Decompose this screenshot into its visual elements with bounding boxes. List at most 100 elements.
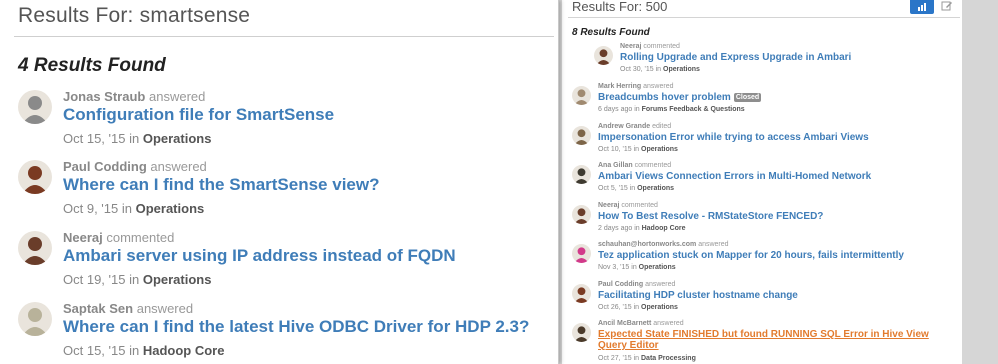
action-text: answered [643,83,674,90]
space-link[interactable]: Operations [641,146,678,153]
author-name[interactable]: Ana Gillan [598,162,633,169]
result-meta: Saptak Sen answered [63,301,193,316]
space-link[interactable]: Hadoop Core [642,225,686,232]
space-link[interactable]: Hadoop Core [143,343,225,358]
space-link[interactable]: Operations [641,304,678,311]
space-link[interactable]: Operations [637,185,674,192]
date-text: Oct 27, '15 [598,355,632,362]
result-date: 2 days ago in Hadoop Core [598,225,686,232]
action-text: commented [621,202,658,209]
date-text: Oct 5, '15 [598,185,628,192]
date-text: Oct 19, '15 [63,272,126,287]
author-name[interactable]: Saptak Sen [63,301,133,316]
action-text: answered [150,159,207,174]
author-name[interactable]: schauhan@hortonworks.com [598,241,696,248]
space-link[interactable]: Operations [143,131,212,146]
result-meta: Neeraj commented [63,230,174,245]
action-text: edited [652,123,672,130]
result-title[interactable]: Breadcumbs hover problem [598,92,731,103]
result-item: Paul Codding answered Where can I find th… [18,159,558,229]
author-name[interactable]: Neeraj [63,230,103,245]
result-date: Oct 15, '15 in Operations [63,131,211,146]
edit-icon [941,1,952,11]
space-link[interactable]: Operations [639,264,676,271]
author-name[interactable]: Neeraj [598,202,619,209]
author-name[interactable]: Paul Codding [63,159,147,174]
avatar[interactable] [594,46,613,65]
in-text: in [634,225,640,232]
avatar[interactable] [572,205,591,224]
author-name[interactable]: Jonas Straub [63,89,145,104]
author-name[interactable]: Ancil McBarnett [598,320,651,327]
result-meta: Ancil McBarnett answered [598,320,684,327]
space-link[interactable]: Data Processing [641,355,696,362]
result-item: schauhan@hortonworks.com answered Tez app… [572,241,962,282]
action-text: commented [643,43,680,50]
avatar[interactable] [572,284,591,303]
in-text: in [633,304,640,311]
avatar[interactable] [572,165,591,184]
result-title[interactable]: How To Best Resolve - RMStateStore FENCE… [598,211,823,222]
date-text: Oct 30, '15 [620,66,654,73]
result-link[interactable]: Where can I find the latest Hive ODBC Dr… [63,317,529,337]
action-text: answered [645,281,676,288]
result-link[interactable]: Facilitating HDP cluster hostname change [598,290,798,301]
in-text: in [633,146,640,153]
result-link[interactable]: Expected State FINISHED but found RUNNIN… [598,329,958,351]
chart-button[interactable] [910,0,934,14]
result-link[interactable]: Tez application stuck on Mapper for 20 h… [598,250,904,261]
result-link[interactable]: Where can I find the SmartSense view? [63,175,379,195]
result-meta: Mark Herring answered [598,83,674,90]
result-title[interactable]: Ambari Views Connection Errors in Multi-… [598,171,871,182]
result-link[interactable]: Impersonation Error while trying to acce… [598,132,869,143]
author-name[interactable]: Andrew Grande [598,123,650,130]
result-link[interactable]: Rolling Upgrade and Express Upgrade in A… [620,52,851,63]
action-text: answered [148,89,206,104]
result-link[interactable]: How To Best Resolve - RMStateStore FENCE… [598,211,823,222]
avatar[interactable] [572,86,591,105]
results-title: Results For: 500 [572,0,668,14]
result-date: 6 days ago in Forums Feedback & Question… [598,106,745,113]
result-link[interactable]: Breadcumbs hover problem Closed [598,92,762,103]
avatar[interactable] [572,323,591,342]
avatar[interactable] [572,244,591,263]
space-link[interactable]: Forums Feedback & Questions [642,106,745,113]
author-name[interactable]: Mark Herring [598,83,641,90]
result-date: Oct 10, '15 in Operations [598,146,678,153]
date-text: 2 days ago [598,225,633,232]
result-link[interactable]: Ambari Views Connection Errors in Multi-… [598,171,871,182]
edit-button[interactable] [940,0,954,13]
action-text: commented [634,162,672,169]
bar-chart-icon [918,3,926,11]
result-date: Oct 15, '15 in Hadoop Core [63,343,224,358]
result-title[interactable]: Tez application stuck on Mapper for 20 h… [598,250,904,261]
author-name[interactable]: Paul Codding [598,281,643,288]
date-text: Oct 15, '15 [63,343,126,358]
space-link[interactable]: Operations [136,201,205,216]
result-title[interactable]: Impersonation Error while trying to acce… [598,132,869,143]
result-date: Oct 27, '15 in Data Processing [598,355,696,362]
result-link[interactable]: Configuration file for SmartSense [63,105,334,125]
result-meta: Paul Codding answered [598,281,675,288]
in-text: in [629,185,636,192]
avatar[interactable] [18,90,52,124]
space-link[interactable]: Operations [663,66,700,73]
result-item: Jonas Straub answered Configuration file … [18,89,558,159]
result-title[interactable]: Rolling Upgrade and Express Upgrade in A… [620,52,851,63]
in-text: in [121,201,132,216]
result-title[interactable]: Facilitating HDP cluster hostname change [598,290,798,301]
result-title[interactable]: Expected State FINISHED but found RUNNIN… [598,329,929,351]
author-name[interactable]: Neeraj [620,43,641,50]
avatar[interactable] [18,231,52,265]
in-text: in [129,343,140,358]
space-link[interactable]: Operations [143,272,212,287]
result-meta: schauhan@hortonworks.com answered [598,241,729,248]
date-text: Oct 9, '15 [63,201,119,216]
result-link[interactable]: Ambari server using IP address instead o… [63,246,456,266]
avatar[interactable] [18,302,52,336]
avatar[interactable] [572,126,591,145]
avatar[interactable] [18,160,52,194]
result-date: Oct 9, '15 in Operations [63,201,204,216]
date-text: Oct 26, '15 [598,304,632,311]
date-text: Oct 15, '15 [63,131,126,146]
